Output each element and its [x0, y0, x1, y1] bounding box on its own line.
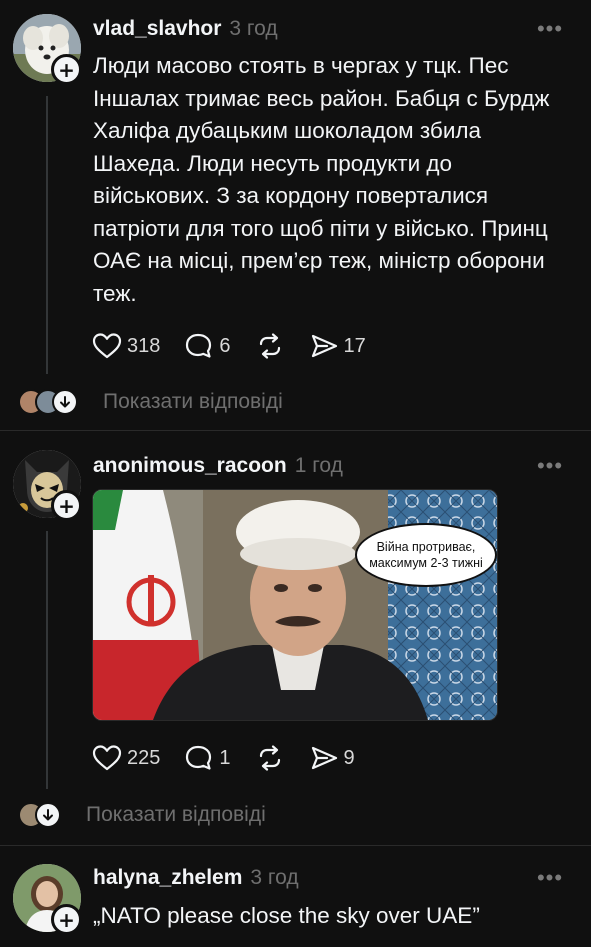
show-replies-link[interactable]: Показати відповіді	[103, 390, 283, 414]
post-vlad-slavhor: + vlad_slavhor 3 год ••• Люди масово сто…	[0, 0, 591, 430]
username[interactable]: anonimous_racoon	[93, 454, 287, 478]
comment-count: 1	[219, 746, 231, 769]
username[interactable]: vlad_slavhor	[93, 17, 221, 41]
show-replies-row[interactable]: Показати відповіді	[18, 798, 266, 832]
meme-caption-line1: Війна протриває,	[376, 540, 476, 554]
repost-icon	[255, 332, 285, 360]
share-count: 9	[343, 746, 355, 769]
timestamp: 1 год	[294, 454, 343, 477]
arrow-down-icon	[52, 389, 78, 415]
like-count: 318	[127, 334, 161, 357]
timestamp: 3 год	[229, 17, 278, 40]
comment-bubble-icon	[184, 744, 214, 772]
like-button[interactable]: 225	[92, 744, 160, 772]
repost-button[interactable]	[255, 744, 285, 772]
comment-count: 6	[219, 334, 231, 357]
username[interactable]: halyna_zhelem	[93, 866, 242, 890]
avatar-wrap: +	[13, 14, 82, 85]
show-replies-row[interactable]: Показати відповіді	[18, 385, 283, 419]
timestamp: 3 год	[250, 866, 299, 889]
thread-line	[46, 96, 48, 374]
post-header: vlad_slavhor 3 год	[93, 14, 278, 44]
show-replies-link[interactable]: Показати відповіді	[86, 803, 266, 827]
post-halyna-zhelem: + halyna_zhelem 3 год ••• „NATO please c…	[0, 846, 591, 947]
post-text: Люди масово стоять в чергах у тцк. Пес І…	[93, 53, 550, 306]
avatar-wrap: +	[13, 450, 82, 521]
post-actions: 225 1 9	[92, 740, 379, 776]
meme-image[interactable]: Війна протриває, максимум 2-3 тижні	[92, 489, 498, 721]
speech-bubble: Війна протриває, максимум 2-3 тижні	[355, 523, 497, 587]
comment-bubble-icon	[184, 332, 214, 360]
more-dots-icon[interactable]: •••	[535, 14, 565, 44]
post-text: „NATO please close the sky over UAE”	[93, 903, 480, 928]
share-button[interactable]: 9	[309, 744, 355, 772]
share-count: 17	[343, 334, 366, 357]
share-button[interactable]: 17	[309, 332, 366, 360]
avatar-wrap: +	[13, 864, 82, 935]
follow-plus-icon[interactable]: +	[51, 54, 82, 85]
arrow-down-icon	[35, 802, 61, 828]
repost-button[interactable]	[255, 332, 285, 360]
meme-caption-line2: максимум 2-3 тижні	[369, 556, 483, 570]
repost-icon	[255, 744, 285, 772]
post-header: anonimous_racoon 1 год	[93, 451, 343, 481]
more-dots-icon[interactable]: •••	[535, 863, 565, 893]
send-icon	[309, 332, 339, 360]
heart-icon	[92, 744, 122, 772]
follow-plus-icon[interactable]: +	[51, 490, 82, 521]
comment-button[interactable]: 1	[184, 744, 231, 772]
post-header: halyna_zhelem 3 год	[93, 863, 299, 893]
thread-line	[46, 531, 48, 789]
heart-icon	[92, 332, 122, 360]
send-icon	[309, 744, 339, 772]
more-dots-icon[interactable]: •••	[535, 451, 565, 481]
comment-button[interactable]: 6	[184, 332, 231, 360]
follow-plus-icon[interactable]: +	[51, 904, 82, 935]
like-button[interactable]: 318	[92, 332, 160, 360]
like-count: 225	[127, 746, 161, 769]
post-actions: 318 6 17	[92, 328, 390, 364]
